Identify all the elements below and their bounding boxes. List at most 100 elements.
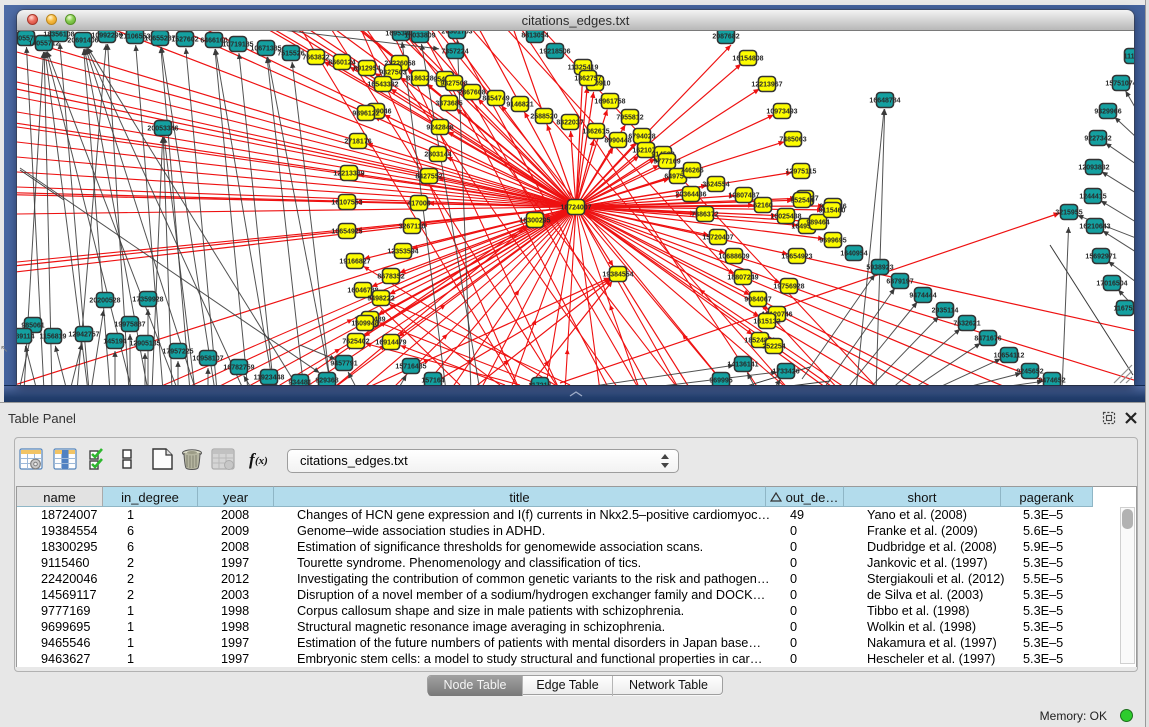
svg-text:12975115: 12975115: [786, 169, 817, 176]
svg-text:1156819: 1156819: [40, 334, 67, 341]
svg-text:1244415: 1244415: [1079, 194, 1106, 201]
svg-text:16210643: 16210643: [1079, 224, 1110, 231]
svg-text:9498222: 9498222: [367, 296, 394, 303]
svg-text:1733426: 1733426: [772, 369, 799, 376]
svg-text:16033809: 16033809: [404, 33, 435, 40]
svg-text:929368: 929368: [315, 378, 338, 385]
svg-text:9245652: 9245652: [1016, 369, 1043, 376]
svg-text:7386372: 7386372: [691, 212, 718, 219]
svg-text:16648784: 16648784: [869, 98, 900, 105]
svg-text:12905135: 12905135: [129, 341, 160, 348]
svg-text:3373685: 3373685: [435, 101, 462, 108]
svg-text:11923448: 11923448: [254, 375, 285, 382]
svg-text:9699695: 9699695: [819, 238, 846, 245]
svg-text:15692971: 15692971: [1085, 254, 1116, 261]
svg-text:(x): (x): [255, 455, 268, 467]
svg-text:9474652: 9474652: [1038, 378, 1065, 385]
svg-text:7357224: 7357224: [441, 49, 468, 56]
svg-text:17016504: 17016504: [1096, 281, 1127, 288]
svg-text:12942757: 12942757: [68, 332, 99, 339]
svg-text:1862757: 1862757: [574, 76, 601, 83]
svg-text:19384554: 19384554: [602, 272, 633, 279]
svg-text:12213967: 12213967: [751, 82, 782, 89]
svg-text:9777169: 9777169: [653, 159, 680, 166]
svg-text:15751074: 15751074: [1105, 81, 1134, 88]
svg-text:19218506: 19218506: [539, 49, 570, 56]
svg-text:6794028: 6794028: [628, 134, 655, 141]
svg-text:16107553: 16107553: [331, 200, 362, 207]
svg-text:11123: 11123: [1124, 54, 1134, 61]
svg-text:6879197: 6879197: [886, 279, 913, 286]
svg-text:8660124: 8660124: [328, 60, 355, 67]
svg-text:3215955: 3215955: [1055, 210, 1082, 217]
svg-text:20200528: 20200528: [89, 298, 120, 305]
svg-text:7632621: 7632621: [953, 321, 980, 328]
svg-text:969995: 969995: [709, 378, 732, 385]
svg-text:12213389: 12213389: [333, 171, 364, 178]
svg-text:2588520: 2588520: [530, 114, 557, 121]
svg-text:8678352: 8678352: [377, 274, 404, 281]
svg-text:3267110: 3267110: [399, 224, 426, 231]
svg-text:252254: 252254: [762, 344, 785, 351]
svg-text:157164: 157164: [421, 378, 444, 385]
svg-text:16543382: 16543382: [367, 82, 398, 89]
svg-text:15720407: 15720407: [702, 235, 733, 242]
svg-text:2935114: 2935114: [932, 308, 959, 315]
svg-text:1640954: 1640954: [840, 251, 867, 258]
svg-text:1615132: 1615132: [753, 319, 780, 326]
svg-text:10654925: 10654925: [331, 229, 362, 236]
svg-text:989464: 989464: [806, 220, 829, 227]
svg-text:145194: 145194: [103, 339, 126, 346]
svg-text:9474444: 9474444: [909, 293, 936, 300]
svg-text:7485063: 7485063: [779, 137, 806, 144]
svg-text:20053346: 20053346: [147, 126, 178, 133]
svg-text:8322037: 8322037: [556, 120, 583, 127]
svg-text:16961758: 16961758: [594, 99, 625, 106]
svg-text:116753: 116753: [1114, 306, 1134, 313]
svg-text:9329966: 9329966: [1094, 109, 1121, 116]
svg-text:10719185: 10719185: [222, 42, 253, 49]
svg-text:1527602: 1527602: [171, 37, 198, 44]
svg-text:19756928: 19756928: [773, 284, 804, 291]
svg-text:9896122: 9896122: [352, 111, 379, 118]
svg-text:9457791: 9457791: [330, 361, 357, 368]
svg-text:17359928: 17359928: [132, 297, 163, 304]
svg-text:19654923: 19654923: [781, 254, 812, 261]
svg-text:1362615: 1362615: [582, 129, 609, 136]
svg-text:10654112: 10654112: [994, 353, 1025, 360]
svg-text:15716485: 15716485: [395, 364, 426, 371]
svg-text:8813054: 8813054: [521, 33, 548, 40]
svg-text:20364436: 20364436: [675, 192, 706, 199]
svg-text:19975887: 19975887: [114, 322, 145, 329]
svg-text:10688609: 10688609: [718, 254, 749, 261]
svg-text:10973493: 10973493: [766, 109, 797, 116]
svg-text:5938923: 5938923: [866, 265, 893, 272]
svg-text:3624554: 3624554: [702, 182, 729, 189]
svg-text:934481: 934481: [288, 380, 311, 385]
svg-text:10958107: 10958107: [192, 356, 223, 363]
svg-text:12353594: 12353594: [387, 249, 418, 256]
svg-text:16782759: 16782759: [223, 365, 254, 372]
svg-text:16154808: 16154808: [732, 56, 763, 63]
svg-text:8427552: 8427552: [415, 174, 442, 181]
svg-text:8186328: 8186328: [406, 76, 433, 83]
svg-text:8912954: 8912954: [353, 66, 380, 73]
svg-text:952544: 952544: [790, 198, 813, 205]
svg-text:746266: 746266: [680, 168, 703, 175]
svg-text:19166827: 19166827: [339, 259, 370, 266]
svg-text:18300295: 18300295: [519, 218, 550, 225]
svg-text:7515526: 7515526: [277, 51, 304, 58]
svg-text:17957225: 17957225: [162, 349, 193, 356]
svg-text:2803144: 2803144: [424, 152, 451, 159]
svg-text:62160: 62160: [753, 203, 773, 210]
svg-text:9146821: 9146821: [506, 102, 533, 109]
svg-text:9327503: 9327503: [379, 70, 406, 77]
svg-text:9227342: 9227342: [1084, 136, 1111, 143]
svg-text:117216: 117216: [529, 383, 552, 385]
svg-text:9115460: 9115460: [819, 208, 846, 215]
svg-text:1609948: 1609948: [351, 321, 378, 328]
svg-text:8471676: 8471676: [974, 336, 1001, 343]
svg-text:12093832: 12093832: [1078, 165, 1109, 172]
svg-text:7625402: 7625402: [342, 339, 369, 346]
svg-text:7955812: 7955812: [616, 115, 643, 122]
